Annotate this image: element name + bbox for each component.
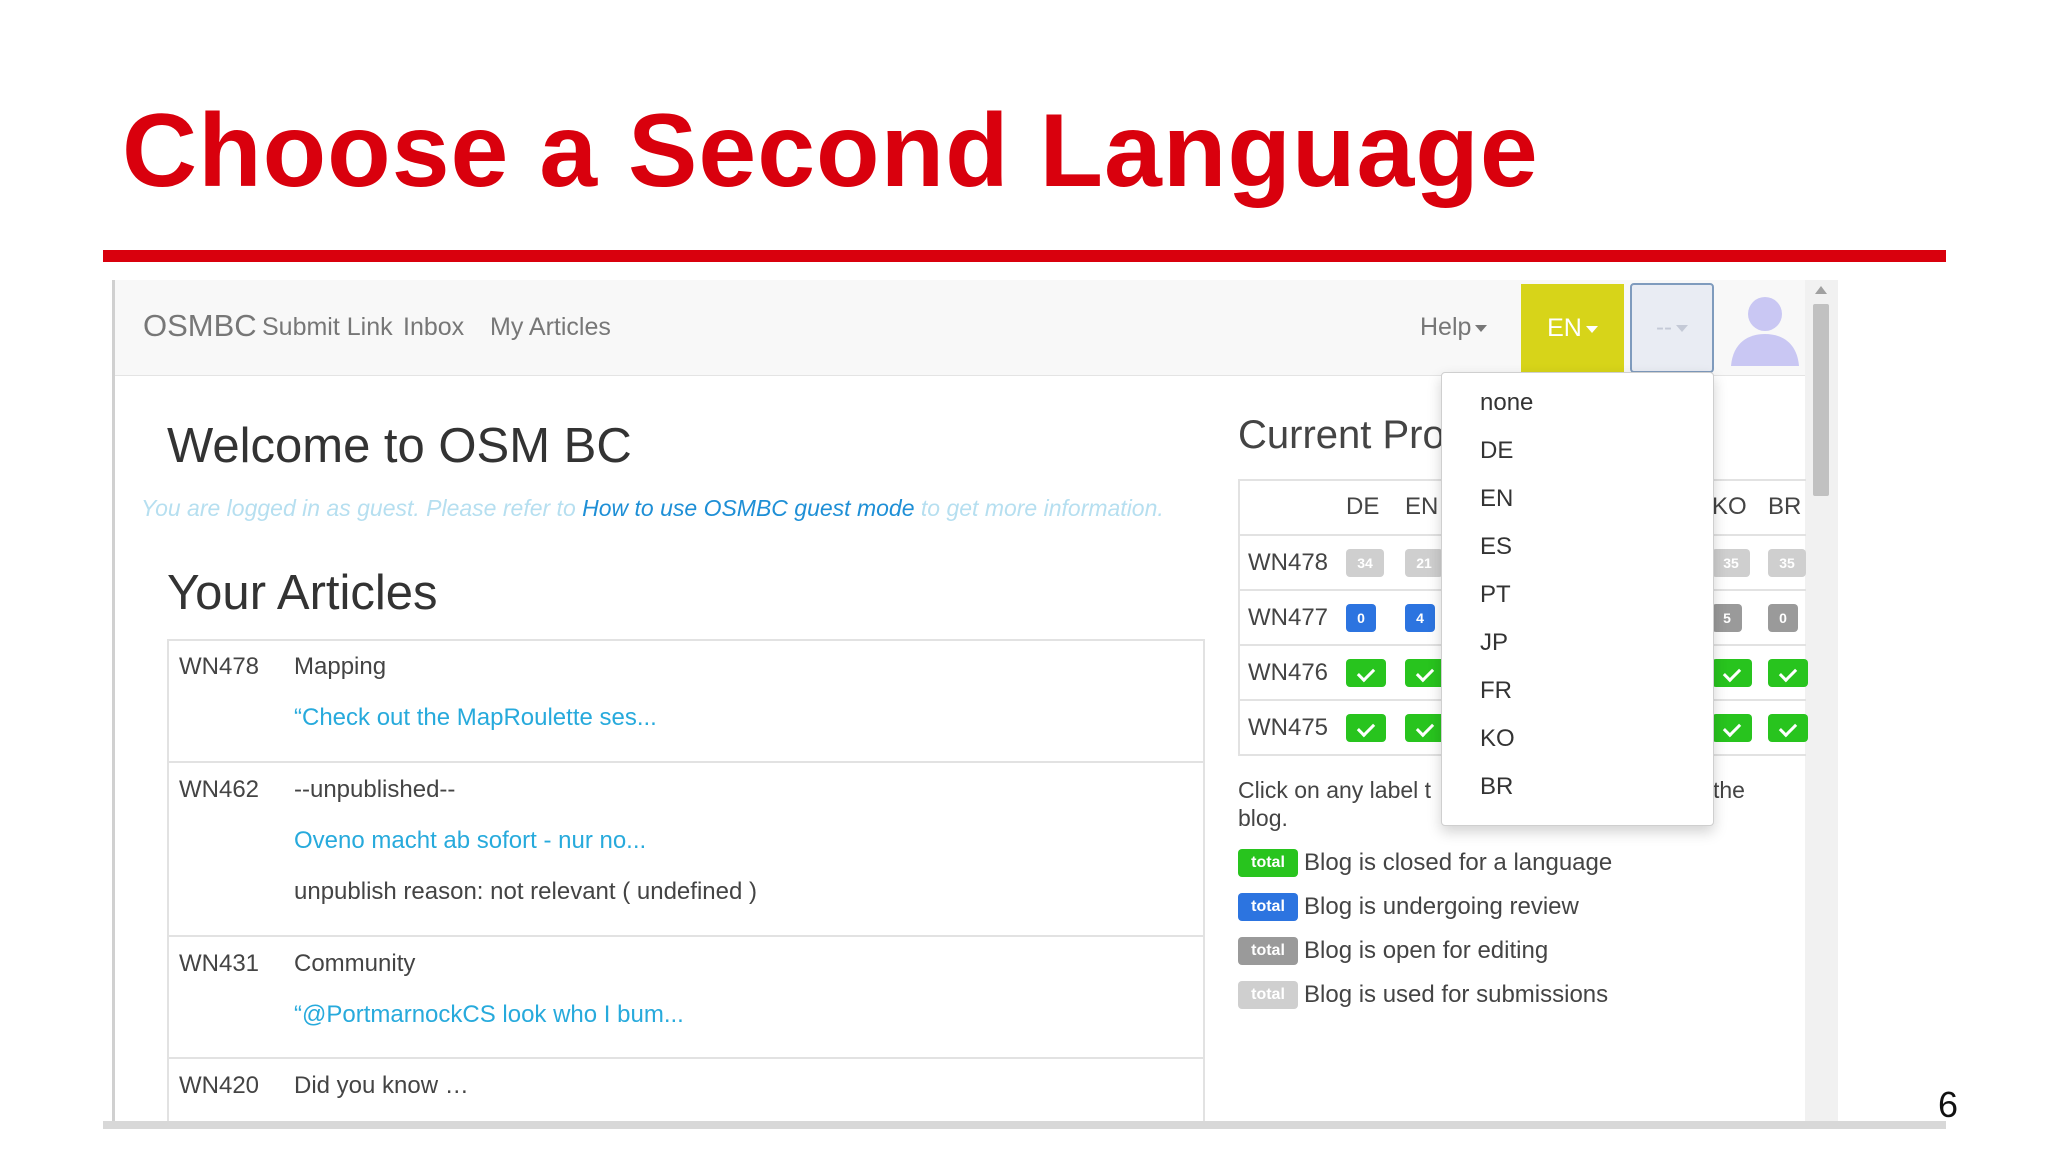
col-en: EN <box>1405 493 1439 520</box>
article-section: Mapping <box>294 653 387 680</box>
page-number: 6 <box>1937 1084 1958 1125</box>
col-br: BR <box>1768 493 1802 520</box>
click-note-end: the <box>1713 777 1745 803</box>
status-badge[interactable]: 4 <box>1405 604 1435 632</box>
article-link[interactable]: Oveno macht ab sofort - nur no... <box>294 827 646 855</box>
legend-text: Blog is closed for a language <box>1304 849 1613 876</box>
dropdown-option-fr[interactable]: FR <box>1480 677 1512 705</box>
current-production-title: Current Pro <box>1238 413 1445 457</box>
row-blog[interactable]: WN475 <box>1248 714 1328 742</box>
check-icon[interactable] <box>1768 714 1808 742</box>
col-ko: KO <box>1712 493 1747 520</box>
status-badge[interactable]: 0 <box>1346 604 1376 632</box>
check-icon[interactable] <box>1712 659 1752 687</box>
dropdown-option-ko[interactable]: KO <box>1480 725 1515 753</box>
second-language-dropdown: none DE EN ES PT JP FR KO BR <box>1441 372 1714 826</box>
nav-submit-link[interactable]: Submit Link <box>262 313 393 342</box>
dropdown-option-jp[interactable]: JP <box>1480 629 1508 657</box>
language-button[interactable]: EN <box>1521 284 1624 372</box>
your-articles-title: Your Articles <box>167 566 438 620</box>
guest-mode-link[interactable]: How to use OSMBC guest mode <box>582 495 914 521</box>
article-blog[interactable]: WN420 <box>179 1072 259 1100</box>
check-icon[interactable] <box>1346 659 1386 687</box>
chevron-down-icon <box>1475 324 1488 332</box>
guest-notice-prefix: You are logged in as guest. Please refer… <box>141 495 583 521</box>
legend-text: Blog is undergoing review <box>1304 893 1579 920</box>
article-blog[interactable]: WN478 <box>179 653 259 681</box>
legend-text: Blog is open for editing <box>1304 937 1549 964</box>
table-row: WN420 Did you know … <box>167 1059 1205 1126</box>
help-label: Help <box>1420 313 1472 341</box>
brand-link[interactable]: OSMBC <box>143 308 257 344</box>
row-blog[interactable]: WN477 <box>1248 604 1328 632</box>
second-language-label: -- <box>1656 314 1672 341</box>
scroll-thumb[interactable] <box>1813 304 1829 496</box>
language-label: EN <box>1547 314 1582 342</box>
article-section: Community <box>294 950 416 977</box>
guest-notice-suffix: to get more information. <box>914 495 1164 521</box>
status-badge[interactable]: 35 <box>1768 549 1806 577</box>
row-blog[interactable]: WN478 <box>1248 549 1328 577</box>
articles-table: WN478 Mapping “Check out the MapRoulette… <box>167 639 1205 1126</box>
scrollbar[interactable] <box>1805 280 1838 1126</box>
dropdown-option-br[interactable]: BR <box>1480 773 1513 801</box>
unpublish-reason: unpublish reason: not relevant ( undefin… <box>294 878 757 905</box>
chevron-down-icon <box>1675 325 1688 333</box>
status-badge[interactable]: 21 <box>1405 549 1443 577</box>
table-row: WN478 Mapping “Check out the MapRoulette… <box>167 641 1205 763</box>
legend-item: total Blog is used for submissions <box>1238 981 1608 1009</box>
article-section: Did you know … <box>294 1072 469 1099</box>
check-icon[interactable] <box>1768 659 1808 687</box>
article-link[interactable]: “Check out the MapRoulette ses... <box>294 704 657 732</box>
dropdown-option-pt[interactable]: PT <box>1480 581 1511 609</box>
click-note-start: Click on any label t <box>1238 777 1432 803</box>
status-badge[interactable]: 35 <box>1712 549 1750 577</box>
welcome-title: Welcome to OSM BC <box>167 419 632 473</box>
nav-inbox[interactable]: Inbox <box>403 313 464 342</box>
legend-text: Blog is used for submissions <box>1304 981 1609 1008</box>
legend-item: total Blog is undergoing review <box>1238 893 1579 921</box>
dropdown-option-de[interactable]: DE <box>1480 437 1513 465</box>
check-icon[interactable] <box>1405 714 1445 742</box>
article-blog[interactable]: WN462 <box>179 776 259 804</box>
article-section: --unpublished-- <box>294 776 456 803</box>
table-row: WN431 Community “@PortmarnockCS look who… <box>167 937 1205 1059</box>
legend-badge: total <box>1238 849 1298 877</box>
slide-title: Choose a Second Language <box>122 93 1539 209</box>
check-icon[interactable] <box>1405 659 1445 687</box>
dropdown-option-none[interactable]: none <box>1480 389 1533 417</box>
check-icon[interactable] <box>1712 714 1752 742</box>
status-badge[interactable]: 0 <box>1768 604 1798 632</box>
legend-badge: total <box>1238 937 1298 965</box>
row-blog[interactable]: WN476 <box>1248 659 1328 687</box>
col-de: DE <box>1346 493 1380 520</box>
osmbc-screenshot: OSMBC Submit Link Inbox My Articles Help… <box>112 280 1838 1126</box>
guest-notice: You are logged in as guest. Please refer… <box>141 495 1164 522</box>
article-blog[interactable]: WN431 <box>179 950 259 978</box>
nav-my-articles[interactable]: My Articles <box>490 313 611 342</box>
status-badge[interactable]: 34 <box>1346 549 1384 577</box>
top-navbar: OSMBC Submit Link Inbox My Articles Help… <box>115 280 1805 376</box>
help-menu[interactable]: Help <box>1420 313 1488 342</box>
chevron-down-icon <box>1585 325 1598 333</box>
status-badge[interactable]: 5 <box>1712 604 1742 632</box>
table-row: WN462 --unpublished-- Oveno macht ab sof… <box>167 763 1205 937</box>
second-language-button[interactable]: -- <box>1630 283 1714 373</box>
legend-badge: total <box>1238 893 1298 921</box>
legend-item: total Blog is open for editing <box>1238 937 1548 965</box>
dropdown-option-en[interactable]: EN <box>1480 485 1513 513</box>
title-underline <box>103 250 1946 262</box>
dropdown-option-es[interactable]: ES <box>1480 533 1512 561</box>
legend-badge: total <box>1238 981 1298 1009</box>
article-link[interactable]: “@PortmarnockCS look who I bum... <box>294 1001 684 1029</box>
user-avatar-icon[interactable] <box>1727 290 1803 366</box>
screenshot-bottom-edge <box>103 1121 1946 1129</box>
click-note-line2: blog. <box>1238 805 1288 831</box>
scroll-up-icon[interactable] <box>1815 286 1827 294</box>
check-icon[interactable] <box>1346 714 1386 742</box>
legend-item: total Blog is closed for a language <box>1238 849 1612 877</box>
